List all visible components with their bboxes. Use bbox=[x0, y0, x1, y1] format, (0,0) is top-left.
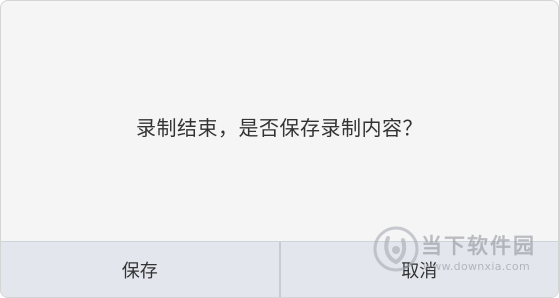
save-button[interactable]: 保存 bbox=[1, 242, 281, 297]
dialog-button-bar: 保存 取消 bbox=[1, 241, 559, 297]
cancel-button[interactable]: 取消 bbox=[281, 242, 559, 297]
save-recording-dialog: 录制结束，是否保存录制内容？ 保存 取消 bbox=[0, 0, 559, 298]
dialog-message: 录制结束，是否保存录制内容？ bbox=[136, 115, 423, 140]
dialog-message-area: 录制结束，是否保存录制内容？ bbox=[1, 1, 558, 241]
